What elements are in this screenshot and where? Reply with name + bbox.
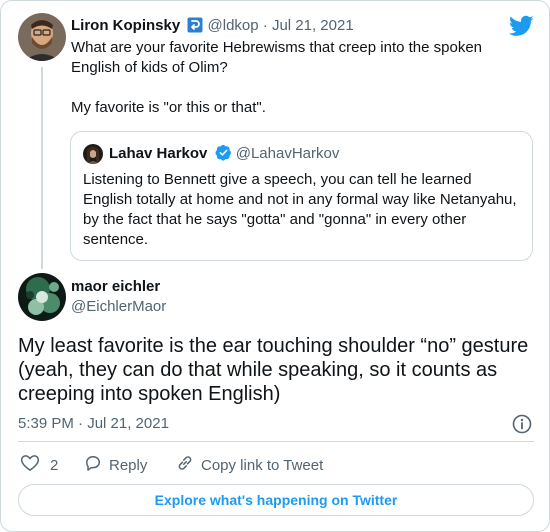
divider	[18, 441, 534, 442]
like-count: 2	[50, 456, 59, 474]
maor-avatar[interactable]	[18, 273, 66, 321]
author-handle-date[interactable]: @ldkop · Jul 21, 2021	[208, 17, 354, 34]
original-tweet-line: My favorite is "or this or that".	[71, 99, 266, 116]
ldk-badge-icon	[187, 17, 203, 39]
twitter-bird-icon[interactable]	[508, 15, 534, 37]
quoted-author-handle: @LahavHarkov	[235, 145, 340, 162]
liron-avatar[interactable]	[18, 13, 66, 61]
heart-icon	[20, 453, 40, 477]
main-author-handle[interactable]: @EichlerMaor	[71, 297, 166, 317]
explore-twitter-button[interactable]: Explore what's happening on Twitter	[18, 484, 534, 516]
original-tweet-line: What are your favorite Hebrewisms that c…	[71, 39, 483, 76]
copy-link-button[interactable]: Copy link to Tweet	[175, 453, 323, 477]
tweet-timestamp[interactable]: 5:39 PM · Jul 21, 2021	[18, 414, 169, 434]
main-tweet-text: My least favorite is the ear touching sh…	[18, 335, 529, 405]
reply-icon	[83, 453, 103, 477]
original-tweet-header: Liron Kopinsky @ldkop · Jul 21, 2021	[71, 16, 354, 39]
like-button[interactable]: 2	[20, 453, 58, 477]
original-tweet-text: What are your favorite Hebrewisms that c…	[71, 38, 521, 118]
quoted-tweet-text: Listening to Bennett give a speech, you …	[83, 171, 517, 248]
copy-link-label: Copy link to Tweet	[201, 456, 324, 474]
thread-connector-line	[41, 67, 43, 269]
verified-badge-icon	[215, 144, 232, 167]
link-icon	[175, 453, 195, 477]
main-author-name[interactable]: maor eichler	[71, 277, 160, 297]
tweet-embed-card: Liron Kopinsky @ldkop · Jul 21, 2021 Wha…	[0, 0, 550, 532]
quoted-tweet[interactable]: Lahav Harkov @LahavHarkov Listening to B…	[70, 131, 533, 261]
quoted-tweet-header: Lahav Harkov @LahavHarkov	[109, 144, 339, 167]
lahav-avatar	[83, 144, 103, 164]
info-icon[interactable]	[511, 413, 533, 435]
reply-label: Reply	[109, 456, 148, 474]
quoted-author-name: Lahav Harkov	[109, 145, 208, 162]
reply-button[interactable]: Reply	[83, 453, 147, 477]
author-name[interactable]: Liron Kopinsky	[71, 17, 180, 34]
